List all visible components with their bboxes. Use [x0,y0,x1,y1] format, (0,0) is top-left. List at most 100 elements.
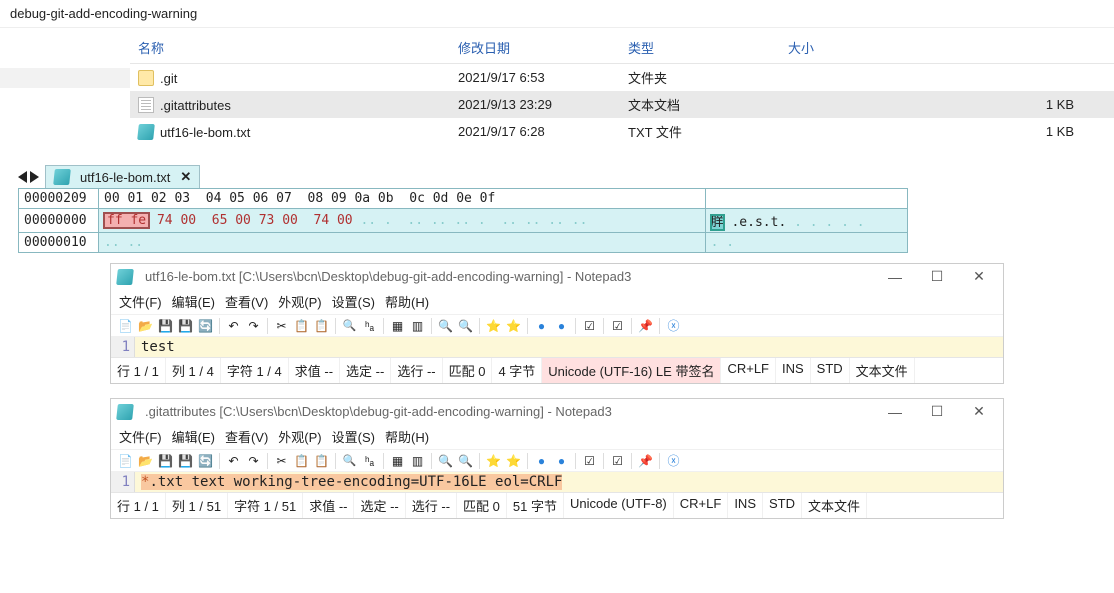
new-icon[interactable]: 📄 [117,317,134,334]
status-encoding[interactable]: Unicode (UTF-8) [564,493,674,518]
status-seld[interactable]: 选定 -- [340,358,391,383]
revert-icon[interactable]: 🔄 [197,317,214,334]
replace-icon[interactable]: ʰₐ [361,452,378,469]
status-ft[interactable]: 文本文件 [850,358,915,383]
window-titlebar[interactable]: .gitattributes [C:\Users\bcn\Desktop\deb… [111,399,1003,424]
status-ins[interactable]: INS [728,493,763,518]
status-char[interactable]: 字符 1 / 4 [221,358,289,383]
editor-area[interactable]: 1 *.txt text working-tree-encoding=UTF-1… [111,472,1003,492]
status-match[interactable]: 匹配 0 [457,493,507,518]
status-eol[interactable]: CR+LF [674,493,729,518]
menu-bar[interactable]: 文件(F) 编辑(E) 查看(V) 外观(P) 设置(S) 帮助(H) [111,424,1003,449]
status-match[interactable]: 匹配 0 [443,358,493,383]
toolbar[interactable]: 📄 📂 💾 💾 🔄 ↶ ↷ ✂ 📋 📋 🔍 ʰₐ ▦ ▥ 🔍 🔍 ⭐ ⭐ ● ●… [111,449,1003,472]
editor-content[interactable]: test [135,337,1003,357]
status-eval[interactable]: 求值 -- [289,358,340,383]
back-icon[interactable]: ● [533,317,550,334]
menu-appearance[interactable]: 外观(P) [278,427,321,446]
path-bar[interactable]: debug-git-add-encoding-warning [0,0,1114,28]
minimize-button[interactable]: — [877,404,913,420]
pin-icon[interactable]: 📌 [637,452,654,469]
fav-icon[interactable]: ⭐ [485,317,502,334]
menu-help[interactable]: 帮助(H) [385,427,429,446]
maximize-button[interactable]: ☐ [919,403,955,420]
menu-view[interactable]: 查看(V) [225,292,268,311]
saveas-icon[interactable]: 💾 [177,452,194,469]
col-size[interactable]: 大小 [780,32,1114,64]
zoomin-icon[interactable]: 🔍 [437,317,454,334]
prev-tab-icon[interactable] [18,171,27,183]
new-icon[interactable]: 📄 [117,452,134,469]
saveas-icon[interactable]: 💾 [177,317,194,334]
col-date[interactable]: 修改日期 [450,32,620,64]
undo-icon[interactable]: ↶ [225,317,242,334]
hex-row-0[interactable]: 00000000 ff fe 74 00 65 00 73 00 74 00 .… [19,209,908,233]
clear-icon[interactable]: ⓧ [665,317,682,334]
menu-settings[interactable]: 设置(S) [332,427,375,446]
zoomin-icon[interactable]: 🔍 [437,452,454,469]
col-type[interactable]: 类型 [620,32,780,64]
menu-edit[interactable]: 编辑(E) [172,427,215,446]
menu-edit[interactable]: 编辑(E) [172,292,215,311]
menu-file[interactable]: 文件(F) [119,292,162,311]
zoomout-icon[interactable]: 🔍 [457,452,474,469]
copy-icon[interactable]: 📋 [293,317,310,334]
addfav-icon[interactable]: ⭐ [505,452,522,469]
pin-icon[interactable]: 📌 [637,317,654,334]
col-name[interactable]: 名称 [130,32,450,64]
table-row[interactable]: utf16-le-bom.txt2021/9/17 6:28TXT 文件1 KB [130,118,1114,145]
status-col[interactable]: 列 1 / 51 [166,493,228,518]
open-icon[interactable]: 📂 [137,452,154,469]
maximize-button[interactable]: ☐ [919,268,955,285]
status-line[interactable]: 行 1 / 1 [111,493,166,518]
status-encoding[interactable]: Unicode (UTF-16) LE 带签名 [542,358,721,383]
status-std[interactable]: STD [763,493,802,518]
minimize-button[interactable]: — [877,269,913,285]
status-col[interactable]: 列 1 / 4 [166,358,221,383]
chk2-icon[interactable]: ☑ [609,452,626,469]
guides-icon[interactable]: ▥ [409,317,426,334]
menu-settings[interactable]: 设置(S) [332,292,375,311]
menu-bar[interactable]: 文件(F) 编辑(E) 查看(V) 外观(P) 设置(S) 帮助(H) [111,289,1003,314]
status-bytes[interactable]: 51 字节 [507,493,564,518]
toolbar[interactable]: 📄 📂 💾 💾 🔄 ↶ ↷ ✂ 📋 📋 🔍 ʰₐ ▦ ▥ 🔍 🔍 ⭐ ⭐ ● ●… [111,314,1003,337]
revert-icon[interactable]: 🔄 [197,452,214,469]
cut-icon[interactable]: ✂ [273,452,290,469]
menu-file[interactable]: 文件(F) [119,427,162,446]
table-row[interactable]: .git2021/9/17 6:53文件夹 [130,64,1114,92]
cut-icon[interactable]: ✂ [273,317,290,334]
chk1-icon[interactable]: ☑ [581,452,598,469]
status-row[interactable]: 选行 -- [406,493,457,518]
save-icon[interactable]: 💾 [157,452,174,469]
paste-icon[interactable]: 📋 [313,452,330,469]
editor-content[interactable]: *.txt text working-tree-encoding=UTF-16L… [135,472,1003,492]
open-icon[interactable]: 📂 [137,317,154,334]
status-eval[interactable]: 求值 -- [303,493,354,518]
close-icon[interactable]: ✕ [180,169,191,185]
menu-appearance[interactable]: 外观(P) [278,292,321,311]
fav-icon[interactable]: ⭐ [485,452,502,469]
fwd-icon[interactable]: ● [553,317,570,334]
status-bytes[interactable]: 4 字节 [492,358,542,383]
save-icon[interactable]: 💾 [157,317,174,334]
status-ins[interactable]: INS [776,358,811,383]
clear-icon[interactable]: ⓧ [665,452,682,469]
status-char[interactable]: 字符 1 / 51 [228,493,303,518]
find-icon[interactable]: 🔍 [341,317,358,334]
copy-icon[interactable]: 📋 [293,452,310,469]
redo-icon[interactable]: ↷ [245,317,262,334]
close-button[interactable]: ✕ [961,403,997,420]
menu-view[interactable]: 查看(V) [225,427,268,446]
zoomout-icon[interactable]: 🔍 [457,317,474,334]
undo-icon[interactable]: ↶ [225,452,242,469]
fwd-icon[interactable]: ● [553,452,570,469]
chk2-icon[interactable]: ☑ [609,317,626,334]
status-eol[interactable]: CR+LF [721,358,776,383]
back-icon[interactable]: ● [533,452,550,469]
close-button[interactable]: ✕ [961,268,997,285]
replace-icon[interactable]: ʰₐ [361,317,378,334]
find-icon[interactable]: 🔍 [341,452,358,469]
guides-icon[interactable]: ▥ [409,452,426,469]
hex-row-1[interactable]: 00000010 .. .. . . [19,233,908,253]
column-headers[interactable]: 名称 修改日期 类型 大小 [130,32,1114,64]
